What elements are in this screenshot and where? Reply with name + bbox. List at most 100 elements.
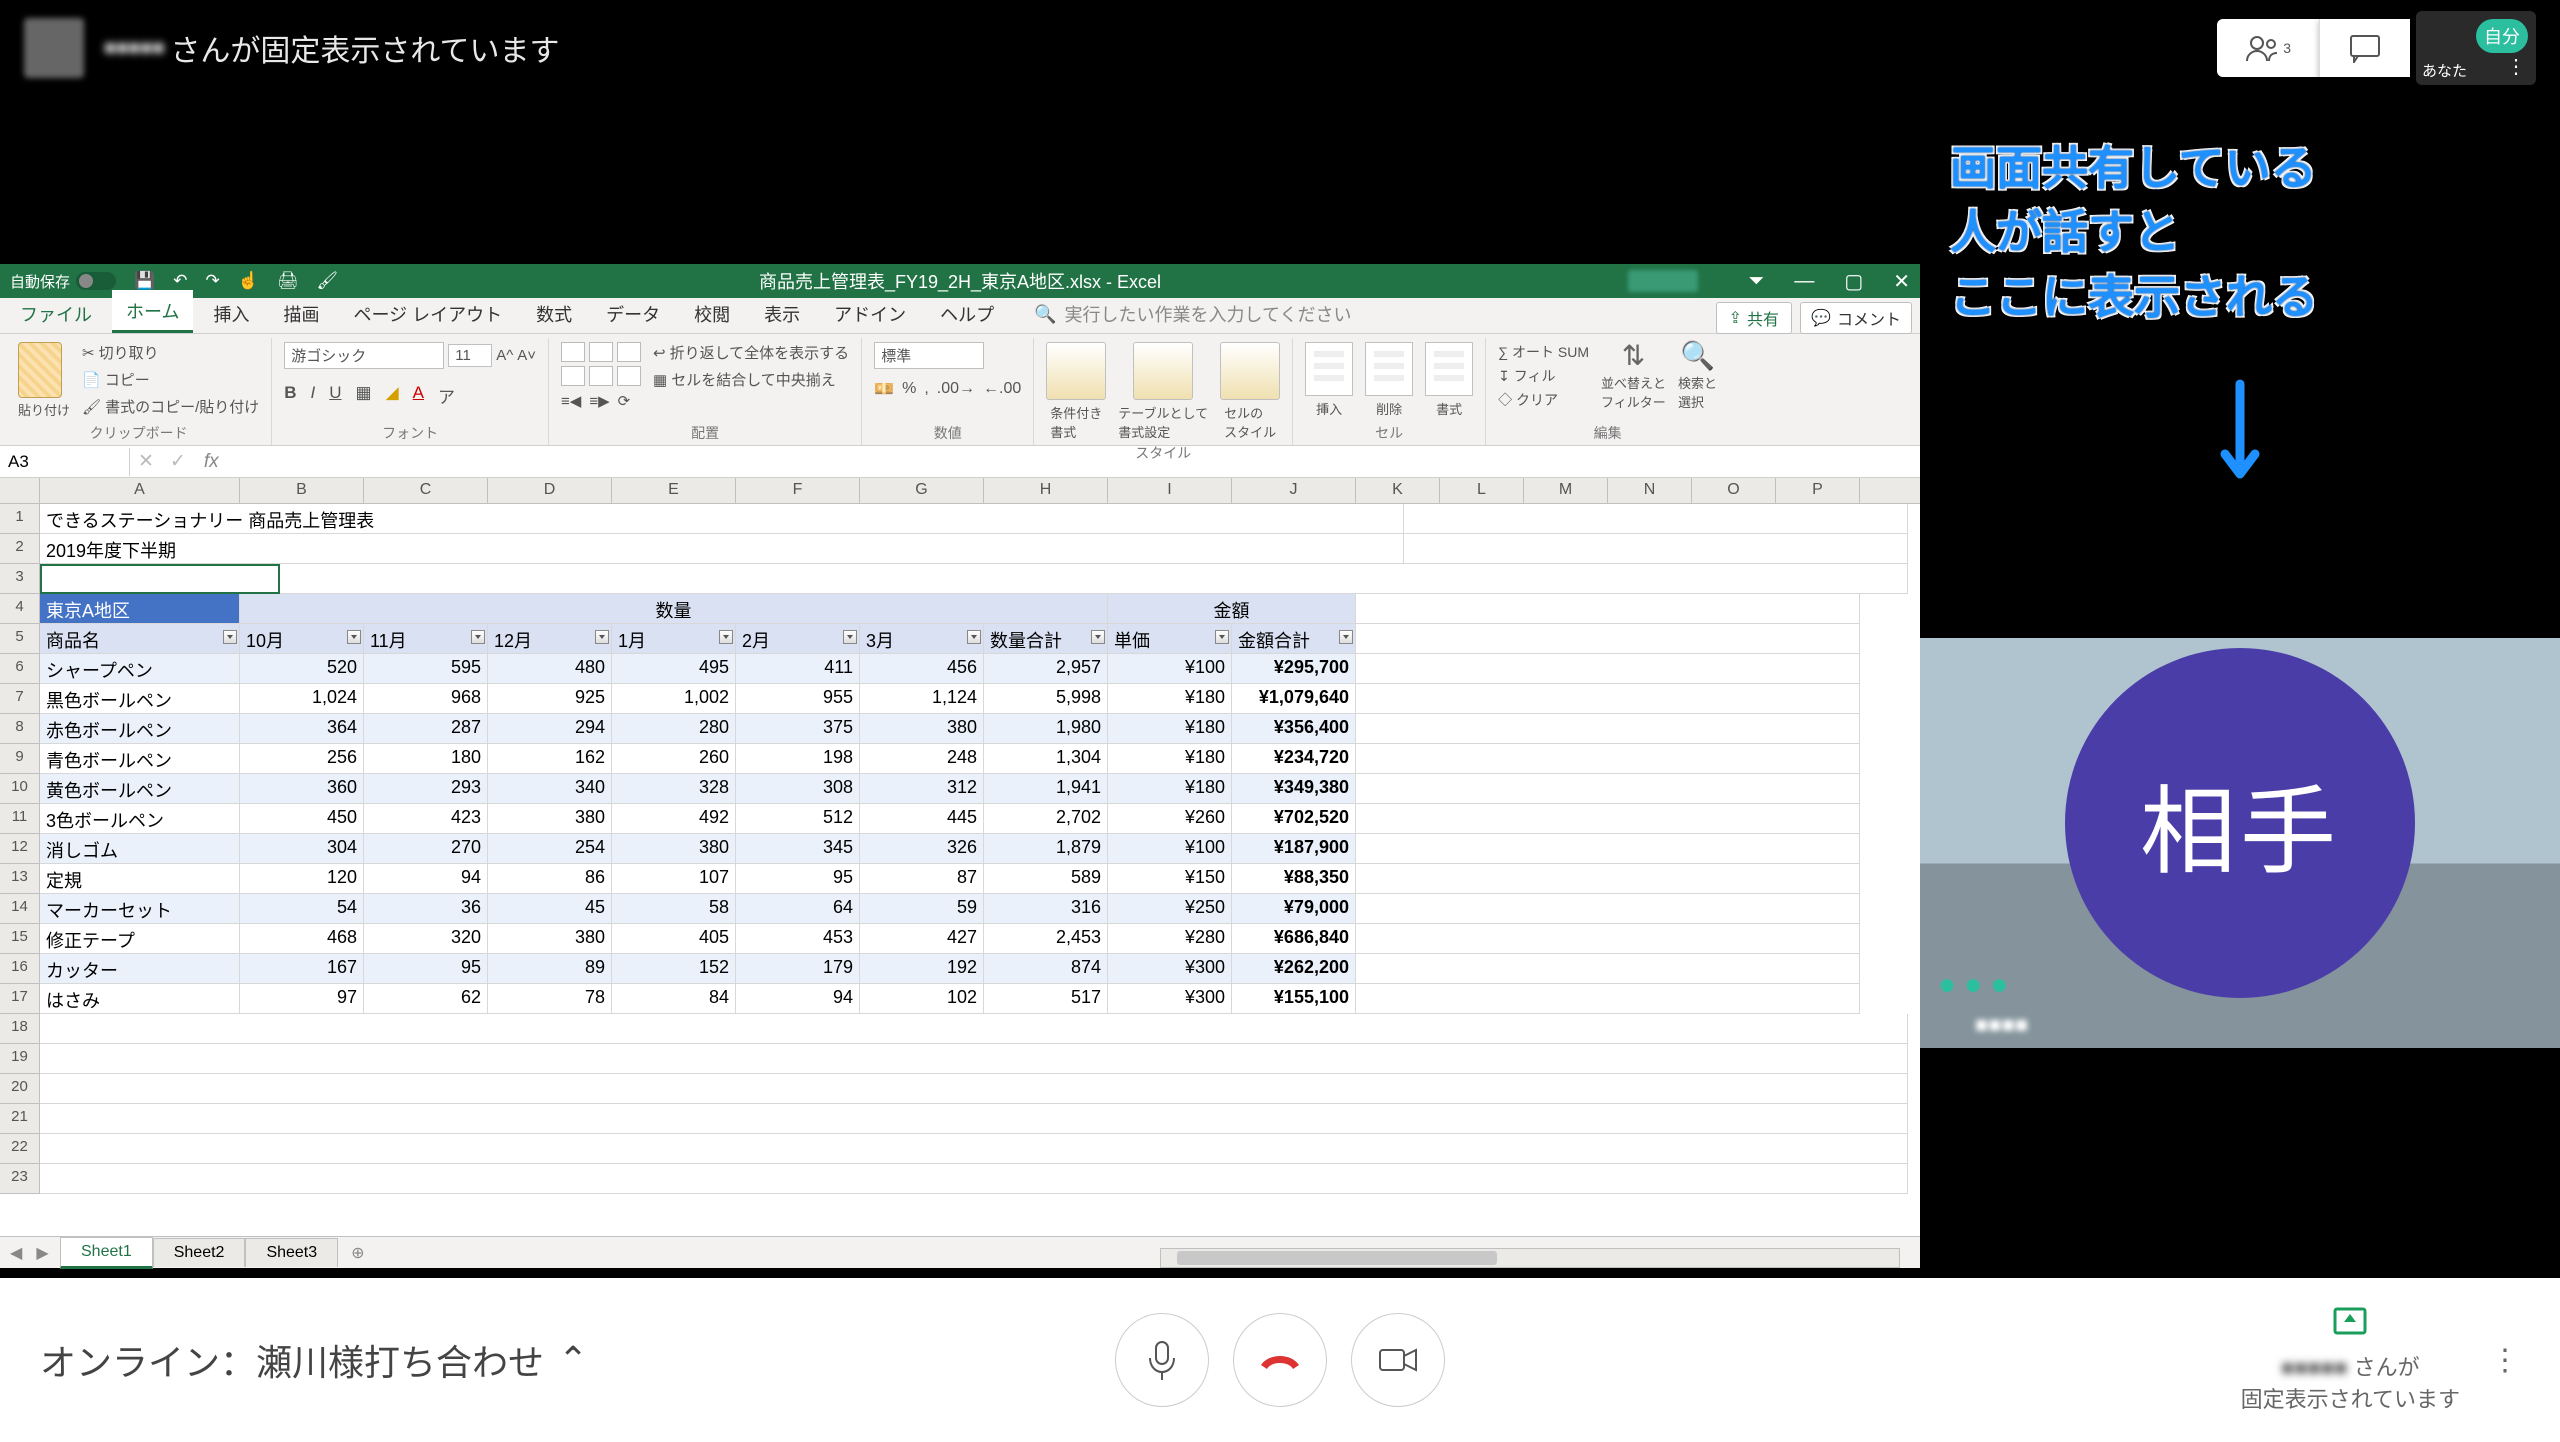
filter-icon[interactable] — [347, 630, 361, 644]
row-header[interactable]: 7 — [0, 684, 40, 714]
find-select-button[interactable]: 🔍検索と 選択 — [1678, 342, 1717, 411]
cell[interactable]: 380 — [488, 804, 612, 834]
filter-icon[interactable] — [719, 630, 733, 644]
cell[interactable]: 256 — [240, 744, 364, 774]
cell[interactable]: 162 — [488, 744, 612, 774]
cell[interactable] — [1356, 684, 1860, 714]
cell[interactable]: 94 — [736, 984, 860, 1014]
cell[interactable]: 商品名 — [40, 624, 240, 654]
cell[interactable]: 198 — [736, 744, 860, 774]
filter-icon[interactable] — [1339, 630, 1353, 644]
underline-button[interactable]: U — [329, 383, 341, 408]
cell[interactable] — [1356, 744, 1860, 774]
touch-icon[interactable]: ☝ — [238, 271, 259, 291]
cell[interactable]: 5,998 — [984, 684, 1108, 714]
cell[interactable]: ¥150 — [1108, 864, 1232, 894]
cell[interactable]: 925 — [488, 684, 612, 714]
meeting-name[interactable]: オンライン：瀬川様打ち合わせ ⌃ — [40, 1334, 588, 1386]
fx-icon[interactable]: fx — [194, 451, 229, 473]
indent-dec-icon[interactable]: ≡◀ — [561, 392, 581, 410]
cell[interactable]: 595 — [364, 654, 488, 684]
percent-icon[interactable]: % — [902, 380, 916, 398]
cell[interactable] — [280, 564, 1908, 594]
maximize-icon[interactable]: ▢ — [1844, 269, 1863, 294]
cell[interactable]: 517 — [984, 984, 1108, 1014]
cell[interactable]: ¥180 — [1108, 774, 1232, 804]
cell[interactable]: 287 — [364, 714, 488, 744]
cell[interactable] — [1404, 504, 1908, 534]
row-header[interactable]: 10 — [0, 774, 40, 804]
tell-me-search[interactable]: 🔍実行したい作業を入力してください — [1034, 301, 1351, 333]
row-header[interactable]: 5 — [0, 624, 40, 654]
cell[interactable]: 数量 — [240, 594, 1108, 624]
cell[interactable]: 36 — [364, 894, 488, 924]
cell[interactable]: ¥180 — [1108, 744, 1232, 774]
cell[interactable]: ¥349,380 — [1232, 774, 1356, 804]
font-name-select[interactable]: 游ゴシック — [284, 342, 444, 369]
cell[interactable]: 45 — [488, 894, 612, 924]
col-header[interactable]: L — [1440, 478, 1524, 503]
print-icon[interactable]: 🖨 — [277, 271, 299, 291]
participant-video-tile[interactable]: 相手 ●●● ■■■■ — [1920, 638, 2560, 1048]
row-header[interactable]: 1 — [0, 504, 40, 534]
tab-review[interactable]: 校閲 — [680, 293, 744, 333]
tab-insert[interactable]: 挿入 — [199, 293, 263, 333]
cell[interactable]: 468 — [240, 924, 364, 954]
cell[interactable] — [1356, 654, 1860, 684]
row-header[interactable]: 21 — [0, 1104, 40, 1134]
row-header[interactable]: 9 — [0, 744, 40, 774]
row-header[interactable]: 8 — [0, 714, 40, 744]
col-header[interactable]: I — [1108, 478, 1232, 503]
minimize-icon[interactable]: — — [1794, 270, 1814, 293]
cancel-formula-icon[interactable]: ✕ — [130, 450, 162, 473]
cell[interactable]: 1月 — [612, 624, 736, 654]
row-header[interactable]: 4 — [0, 594, 40, 624]
clear-button[interactable]: ◇ クリア — [1498, 390, 1589, 410]
cell[interactable]: 3月 — [860, 624, 984, 654]
brush-icon[interactable]: 🖌 — [316, 271, 338, 291]
filter-icon[interactable] — [843, 630, 857, 644]
row-header[interactable]: 16 — [0, 954, 40, 984]
cell[interactable]: 316 — [984, 894, 1108, 924]
merge-button[interactable]: ▦ セルを結合して中央揃え — [653, 369, 849, 390]
tab-view[interactable]: 表示 — [750, 293, 814, 333]
cell[interactable]: カッター — [40, 954, 240, 984]
cell[interactable]: ¥155,100 — [1232, 984, 1356, 1014]
cell[interactable] — [40, 564, 280, 594]
tab-page-layout[interactable]: ページ レイアウト — [339, 293, 516, 333]
cell[interactable]: 97 — [240, 984, 364, 1014]
sheet-tab[interactable]: Sheet1 — [60, 1237, 153, 1269]
cell[interactable]: 1,024 — [240, 684, 364, 714]
col-header[interactable]: M — [1524, 478, 1608, 503]
cell[interactable] — [1356, 924, 1860, 954]
cell[interactable]: ¥262,200 — [1232, 954, 1356, 984]
cell[interactable] — [1356, 984, 1860, 1014]
increase-decimal-icon[interactable]: .00→ — [937, 380, 975, 398]
cell[interactable]: 青色ボールペン — [40, 744, 240, 774]
cell[interactable]: できるステーショナリー 商品売上管理表 — [40, 504, 1404, 534]
tab-formulas[interactable]: 数式 — [522, 293, 586, 333]
tab-file[interactable]: ファイル — [6, 293, 106, 333]
font-grow-icon[interactable]: A^ — [496, 347, 513, 364]
cell[interactable] — [1356, 834, 1860, 864]
cell[interactable] — [1356, 804, 1860, 834]
tab-home[interactable]: ホーム — [112, 290, 193, 333]
cell[interactable] — [40, 1104, 1908, 1134]
cell[interactable]: 445 — [860, 804, 984, 834]
people-button[interactable]: 3 — [2217, 19, 2319, 77]
row-header[interactable]: 20 — [0, 1074, 40, 1104]
cell[interactable]: ¥686,840 — [1232, 924, 1356, 954]
cell[interactable]: ¥260 — [1108, 804, 1232, 834]
cell[interactable]: 589 — [984, 864, 1108, 894]
tab-data[interactable]: データ — [592, 293, 674, 333]
sort-filter-button[interactable]: ⇅並べ替えと フィルター — [1601, 342, 1666, 411]
autosave-toggle[interactable]: 自動保存 — [10, 271, 116, 292]
row-header[interactable]: 15 — [0, 924, 40, 954]
cell[interactable]: 180 — [364, 744, 488, 774]
row-header[interactable]: 12 — [0, 834, 40, 864]
cell[interactable]: 254 — [488, 834, 612, 864]
cell[interactable]: 874 — [984, 954, 1108, 984]
tab-addins[interactable]: アドイン — [820, 293, 920, 333]
cell[interactable]: ¥250 — [1108, 894, 1232, 924]
cell[interactable]: 512 — [736, 804, 860, 834]
